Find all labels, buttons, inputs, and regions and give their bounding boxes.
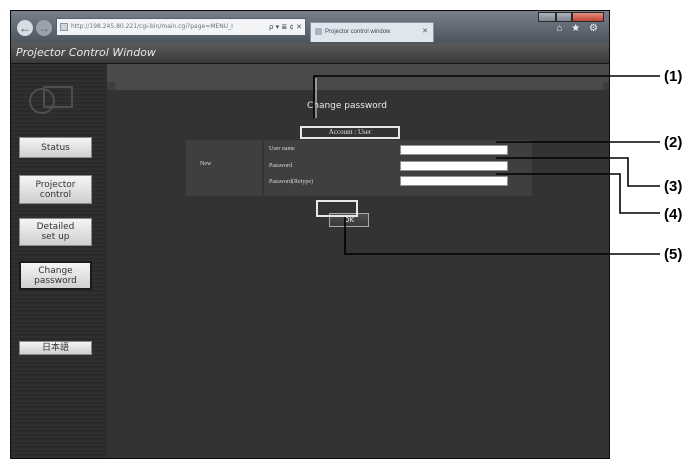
callout-5: (5) [664, 246, 683, 263]
callout-2: (2) [664, 134, 683, 151]
callout-lines [313, 75, 660, 255]
callout-3: (3) [664, 178, 683, 195]
callout-4: (4) [664, 206, 683, 223]
callout-1: (1) [664, 68, 683, 85]
